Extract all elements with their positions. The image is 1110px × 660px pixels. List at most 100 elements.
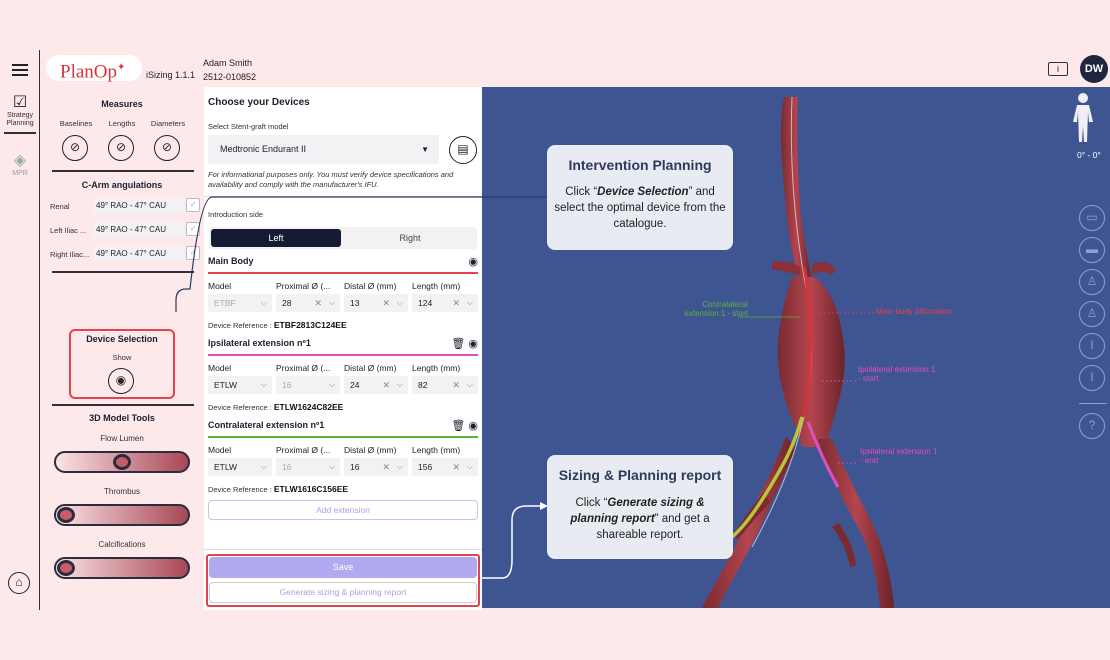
slider-knob[interactable] — [57, 507, 75, 523]
intro-side-label: Introduction side — [208, 210, 264, 219]
col-model: Model — [208, 363, 232, 373]
device-selection-show-label: Show — [112, 353, 132, 362]
stent-graft-value: Medtronic Endurant II — [220, 144, 307, 154]
view-left-icon[interactable]: ǀ — [1079, 333, 1105, 359]
callout-title: Intervention Planning — [568, 157, 712, 173]
eye-icon[interactable]: ◉ — [468, 255, 478, 268]
clear-icon[interactable]: ✕ — [452, 458, 460, 476]
apply-check-icon[interactable]: ✓ — [186, 246, 200, 260]
apply-check-icon[interactable]: ✓ — [186, 222, 200, 236]
main-body-header: Main Body ◉ — [208, 255, 478, 268]
generate-report-button[interactable]: Generate sizing & planning report — [209, 582, 477, 603]
field-value: 24 — [350, 380, 360, 390]
avatar[interactable]: DW — [1080, 55, 1108, 83]
chevron-down-icon: ⌵ — [260, 380, 267, 389]
checklist-icon: ☑ — [12, 94, 28, 111]
chevron-down-icon: ⌵ — [328, 462, 335, 471]
col-model: Model — [208, 445, 232, 455]
proximal-field[interactable]: 28 ✕ ⌵ — [276, 294, 340, 312]
calcifications-slider[interactable] — [54, 557, 190, 579]
divider — [204, 196, 482, 197]
apply-check-icon[interactable]: ✓ — [186, 198, 200, 212]
ref-label: Device Reference : — [208, 485, 272, 494]
part-name: Ipsilateral extension nº1 — [208, 338, 311, 348]
slider-knob[interactable] — [113, 454, 131, 470]
carm-title: C-Arm angulations — [81, 180, 163, 190]
length-field[interactable]: 124 ✕ ⌵ — [412, 294, 478, 312]
field-value: ETLW — [214, 380, 237, 390]
clear-icon[interactable]: ✕ — [314, 294, 322, 312]
device-reference: Device Reference : ETBF2813C124EE — [208, 320, 347, 330]
flow-lumen-label: Flow Lumen — [100, 434, 144, 443]
side-left-button[interactable]: Left — [211, 229, 341, 247]
callout-emphasis: Device Selection — [597, 186, 689, 198]
callout-body: Click “Generate sizing & planning report… — [547, 495, 733, 543]
stent-graft-select[interactable]: Medtronic Endurant II ▼ — [208, 135, 439, 164]
ref-value: ETLW1616C156EE — [273, 484, 349, 494]
diameters-eye-off-icon[interactable]: ⊘ — [154, 135, 180, 161]
clipboard-icon[interactable]: ▤ — [449, 136, 477, 164]
diameters-label: Diameters — [150, 119, 186, 128]
tools-panel: Measures Baselines Lengths Diameters ⊘ ⊘… — [40, 87, 204, 610]
ref-value: ETLW1624C82EE — [273, 402, 344, 412]
label-contralateral-start: Contralateral extension 1 - start — [684, 300, 748, 318]
chevron-down-icon: ⌵ — [466, 298, 473, 307]
carm-row-renal: Renal 49° RAO - 47° CAU ✓ — [50, 197, 200, 215]
save-button[interactable]: Save — [209, 557, 477, 578]
nav-rail: ☑ Strategy Planning ◈ MPR ⌂ — [0, 50, 40, 610]
lengths-label: Lengths — [108, 119, 136, 128]
clear-icon[interactable]: ✕ — [452, 376, 460, 394]
chevron-down-icon: ⌵ — [260, 462, 267, 471]
view-back-icon[interactable]: ♙ — [1079, 301, 1105, 327]
model-field[interactable]: ETLW ⌵ — [208, 458, 272, 476]
trash-eye-icons[interactable]: 🗑 ◉ — [451, 337, 478, 350]
model-field[interactable]: ETLW ⌵ — [208, 376, 272, 394]
proximal-field[interactable]: 16 ⌵ — [276, 376, 340, 394]
col-distal: Distal Ø (mm) — [344, 445, 397, 455]
view-top-icon[interactable]: ▭ — [1079, 205, 1105, 231]
add-extension-button[interactable]: Add extension — [208, 500, 478, 520]
rail-item-mpr[interactable]: ◈ MPR — [0, 152, 40, 178]
flow-lumen-slider[interactable] — [54, 451, 190, 473]
length-field[interactable]: 156 ✕ ⌵ — [412, 458, 478, 476]
clear-icon[interactable]: ✕ — [382, 458, 390, 476]
slider-knob[interactable] — [57, 560, 75, 576]
thrombus-slider[interactable] — [54, 504, 190, 526]
top-bar: PlanOp✦ iSizing 1.1.1 Adam Smith 2512-01… — [40, 50, 1110, 87]
col-proximal: Proximal Ø (... — [276, 363, 331, 373]
manual-info-icon[interactable]: i — [1048, 62, 1068, 76]
menu-icon[interactable] — [12, 64, 28, 76]
ref-label: Device Reference : — [208, 321, 272, 330]
side-right-button[interactable]: Right — [345, 229, 475, 247]
part-color-line — [208, 354, 478, 356]
model-field[interactable]: ETBF ⌵ — [208, 294, 272, 312]
view-front-icon[interactable]: ♙ — [1079, 269, 1105, 295]
callout-text: Click “ — [575, 497, 608, 509]
baselines-eye-off-icon[interactable]: ⊘ — [62, 135, 88, 161]
user-info: Adam Smith 2512-010852 — [203, 56, 256, 84]
contralateral-header: Contralateral extension nº1 🗑 ◉ — [208, 419, 478, 432]
col-model: Model — [208, 281, 232, 291]
proximal-field[interactable]: 16 ⌵ — [276, 458, 340, 476]
clear-icon[interactable]: ✕ — [382, 294, 390, 312]
view-bottom-icon[interactable]: ▬ — [1079, 237, 1105, 263]
distal-field[interactable]: 24 ✕ ⌵ — [344, 376, 408, 394]
help-icon[interactable]: ? — [1079, 413, 1105, 439]
distal-field[interactable]: 16 ✕ ⌵ — [344, 458, 408, 476]
device-selection-eye-icon[interactable]: ◉ — [108, 368, 134, 394]
length-field[interactable]: 82 ✕ ⌵ — [412, 376, 478, 394]
carm-row-value: 49° RAO - 47° CAU — [94, 246, 184, 262]
clear-icon[interactable]: ✕ — [382, 376, 390, 394]
home-icon[interactable]: ⌂ — [8, 572, 30, 594]
distal-field[interactable]: 13 ✕ ⌵ — [344, 294, 408, 312]
trash-eye-icons[interactable]: 🗑 ◉ — [451, 419, 478, 432]
baselines-label: Baselines — [59, 119, 93, 128]
device-selection-title: Device Selection — [86, 334, 158, 344]
part-color-line — [208, 436, 478, 438]
body-orientation-icon[interactable] — [1071, 92, 1095, 144]
clear-icon[interactable]: ✕ — [452, 294, 460, 312]
view-right-icon[interactable]: ǀ — [1079, 365, 1105, 391]
rail-item-strategy-planning[interactable]: ☑ Strategy Planning — [0, 94, 40, 134]
col-distal: Distal Ø (mm) — [344, 281, 397, 291]
lengths-eye-off-icon[interactable]: ⊘ — [108, 135, 134, 161]
